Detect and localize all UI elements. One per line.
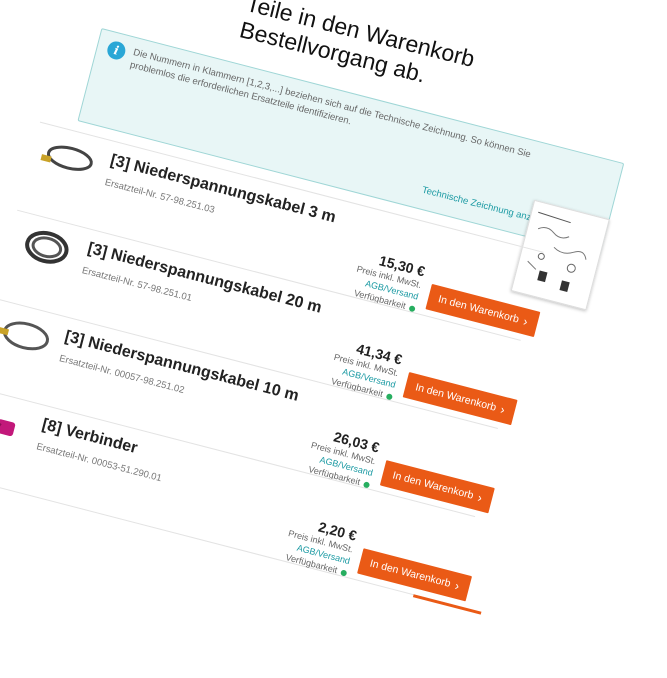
chevron-right-icon: › <box>453 578 461 594</box>
info-icon: i <box>105 39 128 62</box>
cart-label: In den Warenkorb <box>368 557 452 590</box>
connector-image <box>0 417 16 437</box>
cable-image <box>40 145 93 171</box>
add-to-cart-button[interactable]: In den Warenkorb › <box>357 548 473 602</box>
availability-dot <box>340 569 348 577</box>
cable-image <box>0 321 50 351</box>
cable-image <box>25 230 69 264</box>
chevron-right-icon: › <box>521 314 530 329</box>
chevron-right-icon: › <box>476 490 484 506</box>
chevron-right-icon: › <box>499 402 507 417</box>
price-box: 2,20 € Preis inkl. MwSt. AGB/Versand Ver… <box>239 501 358 579</box>
